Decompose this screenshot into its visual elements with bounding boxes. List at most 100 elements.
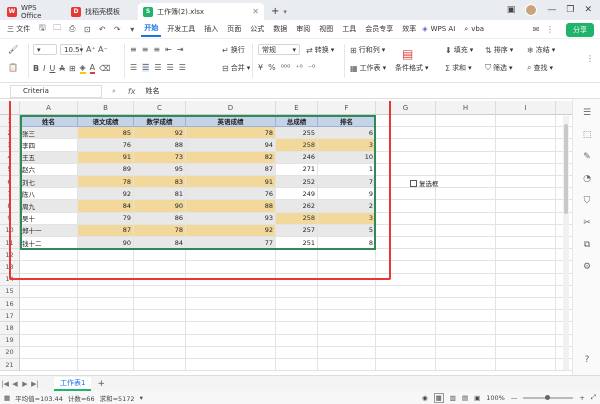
cell-C1[interactable]: 数学成绩 [134,115,186,128]
cell-A13[interactable] [20,261,78,274]
menu-insert[interactable]: 插入 [201,22,221,36]
cell-C6[interactable]: 83 [134,176,186,189]
checkbox-control[interactable]: 复选框 [410,178,439,188]
new-tab-button[interactable]: + ▾ [266,3,292,20]
row-header-8[interactable]: 8 [0,200,20,213]
cell-C15[interactable] [134,285,186,298]
cell-B7[interactable]: 92 [78,188,134,201]
collapse-ribbon-icon[interactable]: ⋮ [586,54,594,63]
cell-G19[interactable] [376,334,436,347]
cell-F13[interactable] [318,261,376,274]
last-sheet-icon[interactable]: ▶| [30,380,40,388]
cell-I13[interactable] [496,261,556,274]
row-header-5[interactable]: 5 [0,163,20,176]
cell-B11[interactable]: 90 [78,237,134,250]
redo-icon[interactable]: ↷ [111,23,123,35]
row-header-7[interactable]: 7 [0,188,20,201]
eye-icon[interactable]: ◉ [422,394,428,402]
row-header-4[interactable]: 4 [0,151,20,164]
cell-G9[interactable] [376,212,436,225]
freeze-button[interactable]: ❄ 冻结 ▾ [527,45,555,55]
view-normal-icon[interactable]: ▦ [433,392,444,403]
cell-D21[interactable] [186,359,276,372]
align-center-icon[interactable]: ☰ [142,63,150,72]
cell-G10[interactable] [376,224,436,237]
font-name-select[interactable]: ▾ [33,44,57,55]
row-header-20[interactable]: 20 [0,346,20,359]
row-header-19[interactable]: 19 [0,334,20,347]
cell-H19[interactable] [436,334,496,347]
cell-H10[interactable] [436,224,496,237]
cell-I14[interactable] [496,273,556,286]
cell-E7[interactable]: 249 [276,188,318,201]
number-format-select[interactable]: 常规 ▾ [258,44,300,55]
cell-E19[interactable] [276,334,318,347]
avatar[interactable] [525,4,538,16]
view-read-icon[interactable]: ▣ [474,394,480,402]
cell-F20[interactable] [318,346,376,359]
cell-C2[interactable]: 92 [134,127,186,140]
cell-H15[interactable] [436,285,496,298]
cell-C9[interactable]: 86 [134,212,186,225]
cell-H11[interactable] [436,237,496,250]
justify-icon[interactable]: ☰ [167,63,174,72]
cell-H4[interactable] [436,151,496,164]
column-header-B[interactable]: B [78,101,134,115]
cell-I18[interactable] [496,322,556,335]
help-icon[interactable]: ? [581,354,593,366]
row-header-12[interactable]: 12 [0,249,20,262]
cell-B13[interactable] [78,261,134,274]
cell-D13[interactable] [186,261,276,274]
cell-A18[interactable] [20,322,78,335]
cell-A9[interactable]: 吴十 [20,212,78,225]
cell-I9[interactable] [496,212,556,225]
menu-formula[interactable]: 公式 [247,22,267,36]
menu-developer[interactable]: 开发工具 [164,22,198,36]
cell-F17[interactable] [318,310,376,323]
cell-A2[interactable]: 张三 [20,127,78,140]
cell-F19[interactable] [318,334,376,347]
cell-H16[interactable] [436,298,496,311]
backup-icon[interactable]: ⧉ [581,239,593,251]
cell-E8[interactable]: 262 [276,200,318,213]
cell-E13[interactable] [276,261,318,274]
view-break-icon[interactable]: ▤ [462,394,468,402]
cell-G14[interactable] [376,273,436,286]
cell-F9[interactable]: 3 [318,212,376,225]
cell-B19[interactable] [78,334,134,347]
cell-D14[interactable] [186,273,276,286]
cell-H21[interactable] [436,359,496,372]
cell-D6[interactable]: 91 [186,176,276,189]
vba-search[interactable]: ⌕ vba [464,25,484,34]
cell-G3[interactable] [376,139,436,152]
cell-E17[interactable] [276,310,318,323]
spreadsheet-grid[interactable]: ABCDEFGHIJ1姓名语文成绩数学成绩英语成绩总成绩排名2张三8592782… [0,101,572,375]
cell-F8[interactable]: 2 [318,200,376,213]
cell-C7[interactable]: 81 [134,188,186,201]
cell-A4[interactable]: 王五 [20,151,78,164]
cell-G21[interactable] [376,359,436,372]
cell-D12[interactable] [186,249,276,262]
column-header-I[interactable]: I [496,101,556,115]
cell-B16[interactable] [78,298,134,311]
row-header-10[interactable]: 10 [0,224,20,237]
cell-F18[interactable] [318,322,376,335]
cell-D8[interactable]: 88 [186,200,276,213]
cell-G20[interactable] [376,346,436,359]
select-icon[interactable]: ⬚ [581,129,593,141]
save-icon[interactable]: 🖫 [36,23,48,35]
cell-E5[interactable]: 271 [276,163,318,176]
row-header-2[interactable]: 2 [0,127,20,140]
zoom-out-icon[interactable]: — [511,394,518,402]
next-sheet-icon[interactable]: ▶ [20,380,30,388]
indent-increase-icon[interactable]: ⇥ [177,45,184,54]
decimal-increase-icon[interactable]: ⁺⁰ [295,63,302,72]
tab-workbook[interactable]: S 工作簿(2).xlsx ✕ [138,3,264,20]
cell-B10[interactable]: 87 [78,224,134,237]
menu-view[interactable]: 视图 [316,22,336,36]
worksheet-button[interactable]: ▦ 工作表 ▾ [350,63,386,73]
cell-I4[interactable] [496,151,556,164]
cell-I8[interactable] [496,200,556,213]
cell-G11[interactable] [376,237,436,250]
cell-A15[interactable] [20,285,78,298]
